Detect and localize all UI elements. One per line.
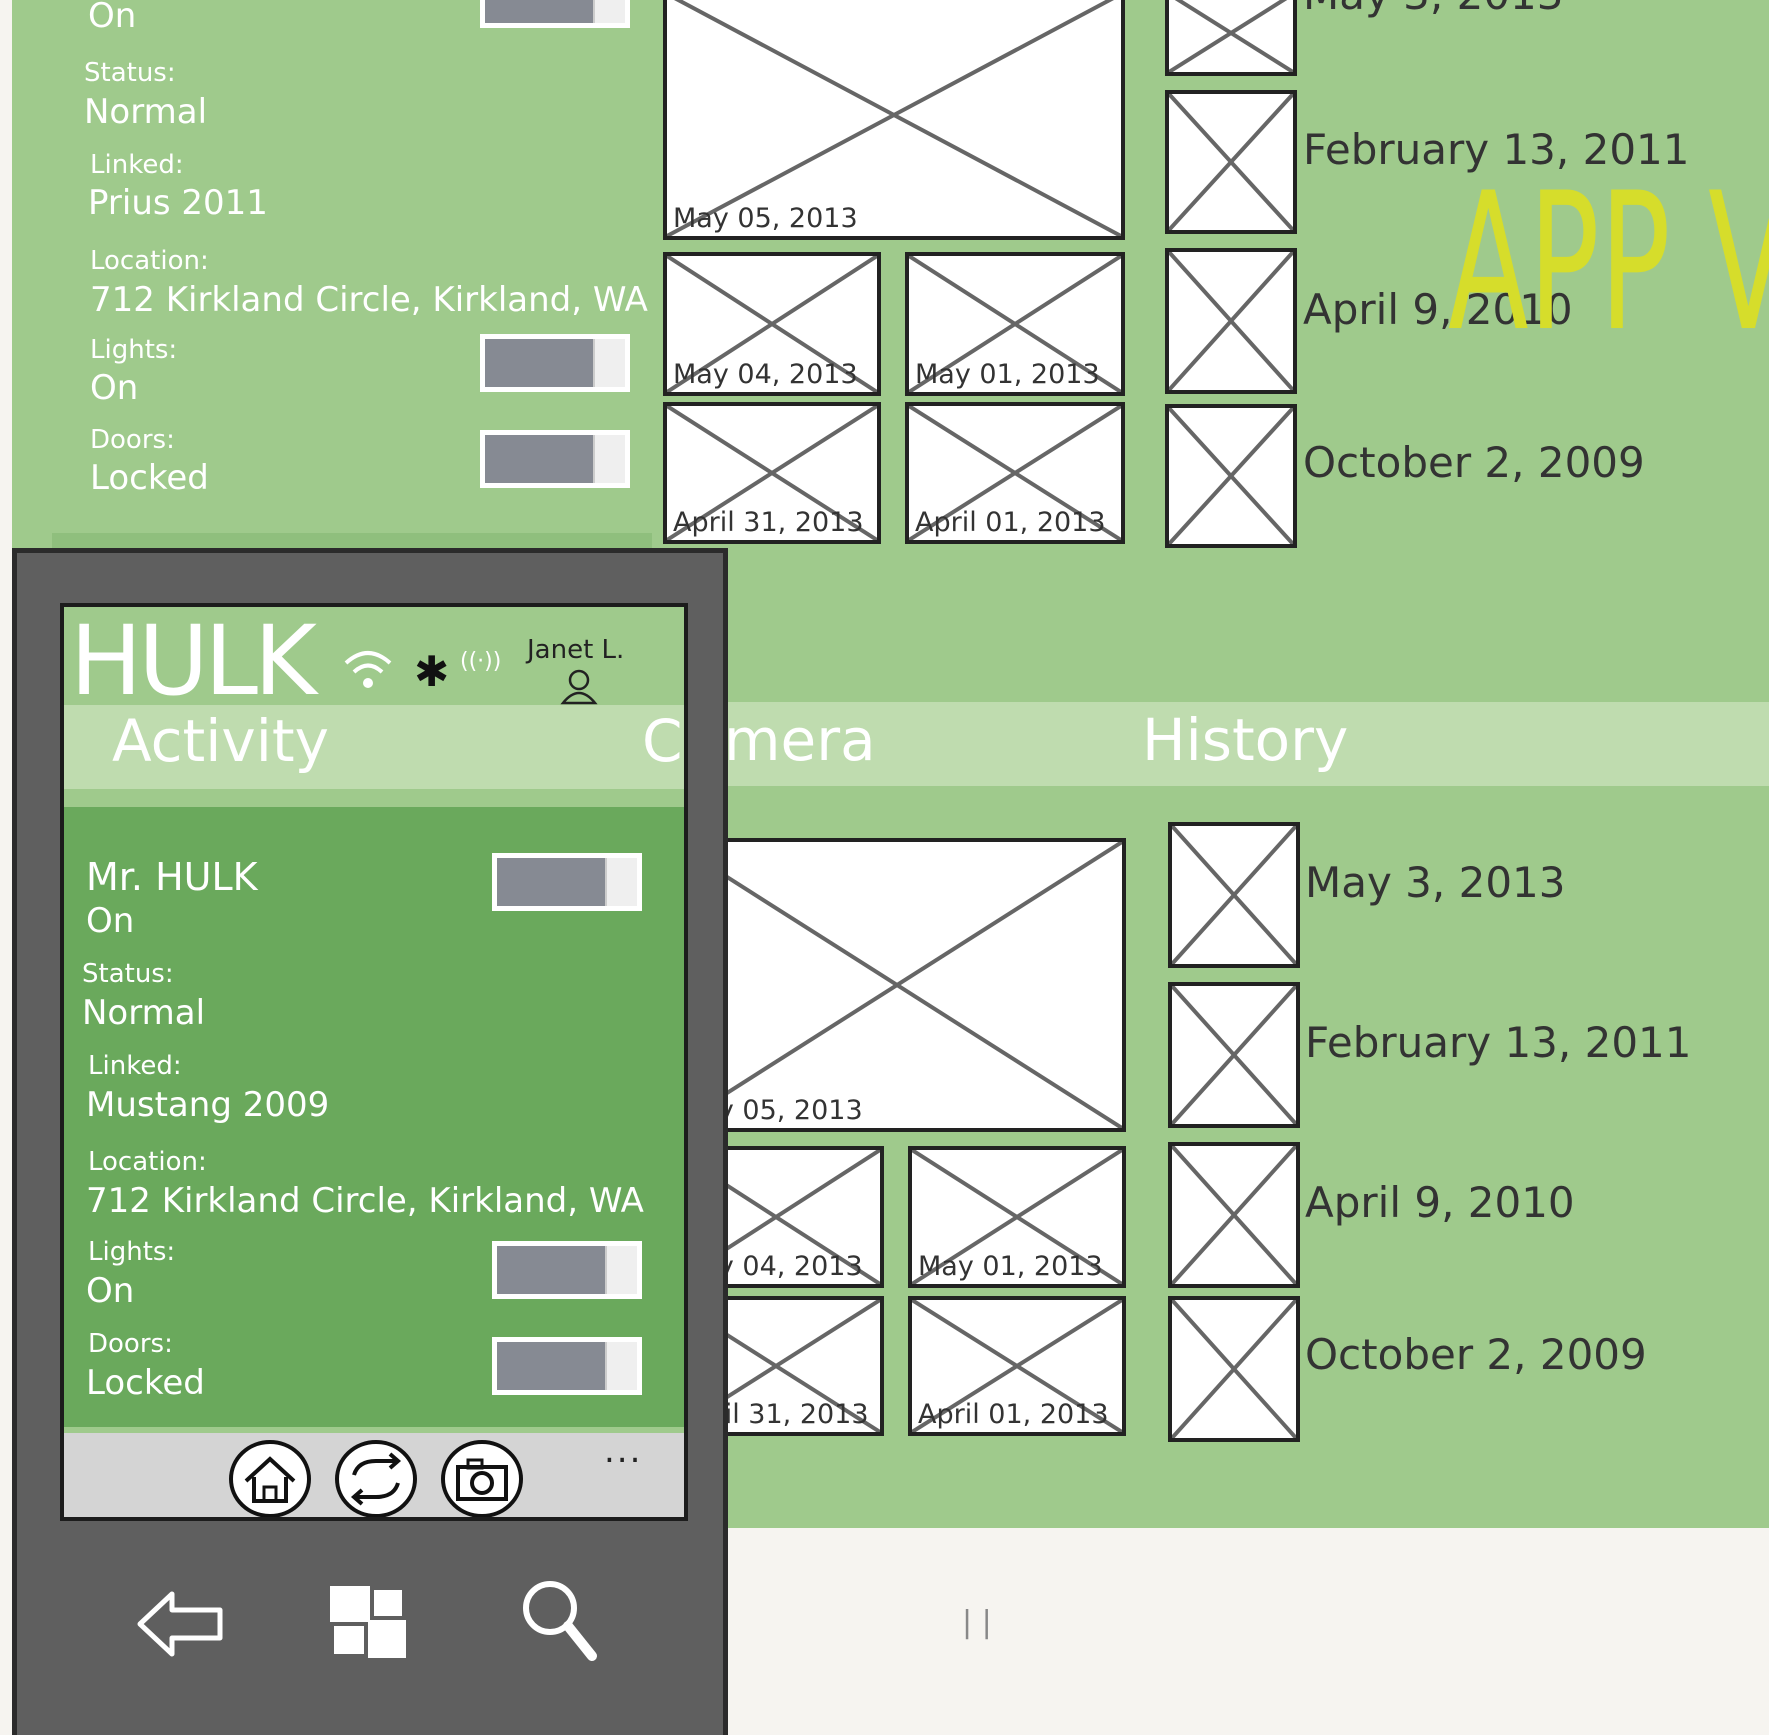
top-history-thumb[interactable]: [1165, 248, 1297, 394]
more-menu-button[interactable]: ...: [604, 1431, 642, 1471]
top-lights-toggle[interactable]: [480, 334, 630, 392]
top-gallery-thumb-caption: April 01, 2013: [915, 507, 1106, 538]
top-location-label: Location:: [90, 246, 209, 276]
back-arrow-icon[interactable]: [136, 1588, 224, 1660]
lights-toggle[interactable]: [492, 1241, 642, 1299]
bottom-history-date: May 3, 2013: [1305, 858, 1566, 907]
bottom-history-date: February 13, 2011: [1305, 1018, 1692, 1067]
top-location-value: 712 Kirkland Circle, Kirkland, WA: [90, 280, 648, 320]
top-lights-value: On: [90, 368, 139, 408]
top-status-label: Status:: [84, 58, 176, 88]
lights-value: On: [86, 1271, 135, 1311]
bottom-history-thumb[interactable]: [1168, 1296, 1300, 1442]
top-gallery-thumb[interactable]: May 01, 2013: [905, 252, 1125, 396]
device-power-state: On: [86, 901, 135, 941]
bottom-gallery-thumb-caption: May 01, 2013: [918, 1251, 1103, 1282]
bottom-gallery-thumb-caption: April 01, 2013: [918, 1399, 1109, 1430]
tab-history[interactable]: History: [1142, 706, 1348, 774]
bottom-history-thumb[interactable]: [1168, 1142, 1300, 1288]
status-label: Status:: [82, 959, 174, 989]
status-value: Normal: [82, 993, 206, 1033]
top-gallery-thumb-caption: May 04, 2013: [673, 359, 858, 390]
top-history-date: October 2, 2009: [1303, 438, 1645, 487]
top-gallery-thumb-caption: April 31, 2013: [673, 507, 864, 538]
top-linked-value: Prius 2011: [88, 183, 268, 223]
bottom-gallery-thumb[interactable]: April 01, 2013: [908, 1296, 1126, 1436]
wifi-icon: [342, 645, 394, 691]
top-history-thumb[interactable]: [1165, 404, 1297, 548]
bottom-gallery-main-photo[interactable]: May 05, 2013: [668, 838, 1126, 1132]
top-gallery-main-caption: May 05, 2013: [673, 203, 858, 234]
app-logo: HULK: [70, 605, 317, 717]
search-icon[interactable]: [520, 1578, 600, 1664]
top-power-toggle[interactable]: [480, 0, 630, 28]
camera-icon[interactable]: [440, 1439, 524, 1517]
windows-home-icon[interactable]: [328, 1584, 408, 1660]
page-marker: | |: [962, 1605, 992, 1640]
top-gallery-main-photo[interactable]: May 05, 2013: [663, 0, 1125, 240]
bottom-history-thumb[interactable]: [1168, 822, 1300, 968]
device-power-toggle[interactable]: [492, 853, 642, 911]
top-lights-label: Lights:: [90, 335, 178, 365]
lights-label: Lights:: [88, 1237, 176, 1267]
top-gallery-thumb[interactable]: April 01, 2013: [905, 402, 1125, 544]
bottom-history-date: April 9, 2010: [1305, 1178, 1575, 1227]
user-avatar-icon[interactable]: [559, 667, 599, 707]
linked-label: Linked:: [88, 1051, 182, 1081]
tab-activity[interactable]: Activity: [112, 707, 329, 775]
location-value: 712 Kirkland Circle, Kirkland, WA: [86, 1181, 644, 1221]
top-doors-toggle[interactable]: [480, 430, 630, 488]
top-doors-label: Doors:: [90, 425, 175, 455]
tab-camera-partial[interactable]: C: [642, 707, 683, 775]
top-doors-value: Locked: [90, 458, 209, 498]
top-gallery-thumb[interactable]: April 31, 2013: [663, 402, 881, 544]
top-gallery-thumb[interactable]: May 04, 2013: [663, 252, 881, 396]
sync-icon[interactable]: [334, 1439, 418, 1517]
user-name[interactable]: Janet L.: [527, 635, 624, 665]
bluetooth-icon: ✱: [414, 647, 450, 696]
bottom-gallery-thumb[interactable]: May 01, 2013: [908, 1146, 1126, 1288]
doors-toggle[interactable]: [492, 1337, 642, 1395]
location-label: Location:: [88, 1147, 207, 1177]
top-gallery-thumb-caption: May 01, 2013: [915, 359, 1100, 390]
top-power-state: On: [88, 0, 137, 36]
doors-label: Doors:: [88, 1329, 173, 1359]
bottom-history-thumb[interactable]: [1168, 982, 1300, 1128]
top-linked-label: Linked:: [90, 150, 184, 180]
phone-screen: HULK ✱ ((·)) Janet L. Activity C Mr. HUL…: [60, 603, 688, 1521]
signal-icon: ((·)): [460, 649, 502, 674]
doors-value: Locked: [86, 1363, 205, 1403]
device-name: Mr. HULK: [86, 855, 258, 899]
top-history-date: May 3, 2013: [1303, 0, 1564, 19]
bottom-history-date: October 2, 2009: [1305, 1330, 1647, 1379]
top-history-thumb[interactable]: [1165, 0, 1297, 76]
top-status-value: Normal: [84, 92, 208, 132]
top-history-thumb[interactable]: [1165, 90, 1297, 234]
linked-value: Mustang 2009: [86, 1085, 330, 1125]
home-icon[interactable]: [228, 1439, 312, 1517]
overlay-title: APP V: [1448, 152, 1769, 373]
